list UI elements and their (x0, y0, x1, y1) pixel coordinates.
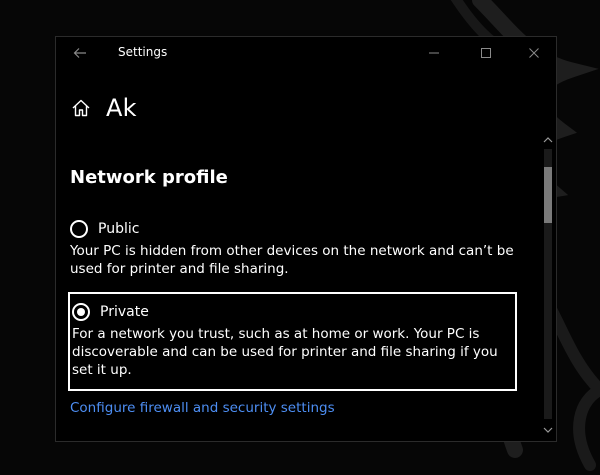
page-header: Ak (70, 93, 137, 123)
section-title: Network profile (70, 167, 228, 188)
public-label: Public (98, 221, 140, 237)
minimize-icon (429, 52, 439, 54)
chevron-down-icon (543, 427, 553, 433)
chevron-up-icon (543, 137, 553, 143)
scroll-track[interactable] (544, 149, 552, 419)
scroll-up-button[interactable] (540, 133, 556, 147)
settings-window: Settings Ak Network profile Public Your … (56, 37, 556, 441)
scroll-down-button[interactable] (540, 423, 556, 437)
home-button[interactable] (70, 97, 92, 119)
public-option[interactable]: Public Your PC is hidden from other devi… (70, 217, 530, 278)
close-icon (529, 48, 539, 58)
back-button[interactable] (70, 43, 90, 63)
private-radio-row[interactable]: Private (72, 300, 515, 324)
close-button[interactable] (524, 43, 544, 63)
private-option[interactable]: Private For a network you trust, such as… (68, 292, 517, 391)
firewall-settings-link[interactable]: Configure firewall and security settings (70, 400, 335, 416)
vertical-scrollbar[interactable] (540, 131, 556, 441)
public-description: Your PC is hidden from other devices on … (70, 243, 514, 277)
public-radio-button[interactable] (70, 220, 88, 238)
page-title: Ak (106, 94, 137, 122)
private-label: Private (100, 304, 149, 320)
title-bar: Settings (56, 37, 556, 69)
maximize-icon (481, 48, 491, 58)
private-description: For a network you trust, such as at home… (72, 326, 498, 378)
back-arrow-icon (73, 48, 86, 58)
private-radio-button[interactable] (72, 303, 90, 321)
public-radio-row[interactable]: Public (70, 217, 530, 241)
scroll-thumb[interactable] (544, 167, 552, 223)
network-profile-section: Network profile Public Your PC is hidden… (68, 165, 530, 416)
window-title: Settings (118, 45, 168, 59)
minimize-button[interactable] (424, 43, 444, 63)
desktop: Settings Ak Network profile Public Your … (0, 0, 600, 475)
home-icon (72, 99, 90, 117)
maximize-button[interactable] (476, 43, 496, 63)
